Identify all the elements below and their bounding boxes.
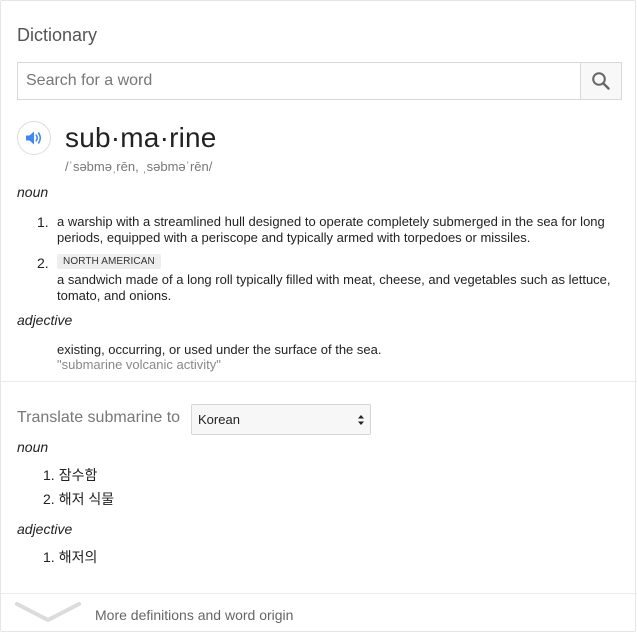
part-of-speech-noun: noun bbox=[17, 184, 49, 200]
speaker-icon bbox=[26, 131, 42, 145]
definition-line: periods, equipped with a periscope and t… bbox=[57, 229, 531, 245]
sense-number: 1. bbox=[37, 214, 49, 230]
definition-line: tomato, and onions. bbox=[57, 287, 172, 303]
language-select-value: Korean bbox=[198, 412, 240, 427]
adjective-definition: existing, occurring, or used under the s… bbox=[57, 342, 382, 357]
definition-line: a warship with a streamlined hull design… bbox=[57, 214, 605, 229]
divider bbox=[1, 381, 637, 382]
language-select[interactable]: Korean bbox=[191, 404, 371, 435]
headword: sub·ma·rine bbox=[65, 122, 217, 153]
dictionary-card: Dictionary sub·ma·rine /ˈsəbməˌrēn, ˌsəb… bbox=[0, 0, 637, 633]
phonetic-spelling: /ˈsəbməˌrēn, ˌsəbməˈrēn/ bbox=[65, 159, 213, 174]
search-box bbox=[17, 62, 622, 100]
search-button[interactable] bbox=[580, 63, 621, 99]
translation-number: 1. bbox=[43, 467, 55, 483]
select-arrows-icon bbox=[358, 415, 364, 425]
divider bbox=[1, 593, 637, 594]
part-of-speech-adjective: adjective bbox=[17, 312, 73, 328]
sense-definition: a warship with a streamlined hull design… bbox=[57, 214, 617, 245]
sense-definition: a sandwich made of a long roll typically… bbox=[57, 272, 617, 303]
search-icon bbox=[592, 72, 610, 90]
translation-number: 2. bbox=[43, 491, 55, 507]
chevron-down-icon bbox=[15, 602, 81, 622]
translation-pos-adjective: adjective bbox=[17, 521, 73, 537]
definition-line: a sandwich made of a long roll typically… bbox=[57, 272, 611, 287]
translation-item: 2. 해저 식물 bbox=[43, 489, 114, 509]
card-title: Dictionary bbox=[17, 25, 98, 45]
translate-label: Translate submarine to bbox=[17, 409, 181, 426]
pronunciation-button[interactable] bbox=[17, 121, 51, 155]
translation-item: 1. 잠수함 bbox=[43, 465, 97, 485]
translation-text: 해저 식물 bbox=[58, 491, 115, 507]
translation-text: 잠수함 bbox=[58, 467, 98, 483]
region-badge: NORTH AMERICAN bbox=[57, 254, 161, 269]
translation-text: 해저의 bbox=[58, 549, 98, 565]
translation-item: 1. 해저의 bbox=[43, 547, 97, 567]
translation-pos-noun: noun bbox=[17, 439, 49, 455]
more-definitions-button[interactable]: More definitions and word origin bbox=[1, 595, 637, 633]
search-input[interactable] bbox=[18, 63, 598, 99]
usage-example: "submarine volcanic activity" bbox=[57, 357, 221, 372]
translation-number: 1. bbox=[43, 549, 55, 565]
more-definitions-label: More definitions and word origin bbox=[95, 607, 294, 623]
sense-number: 2. bbox=[37, 255, 49, 271]
